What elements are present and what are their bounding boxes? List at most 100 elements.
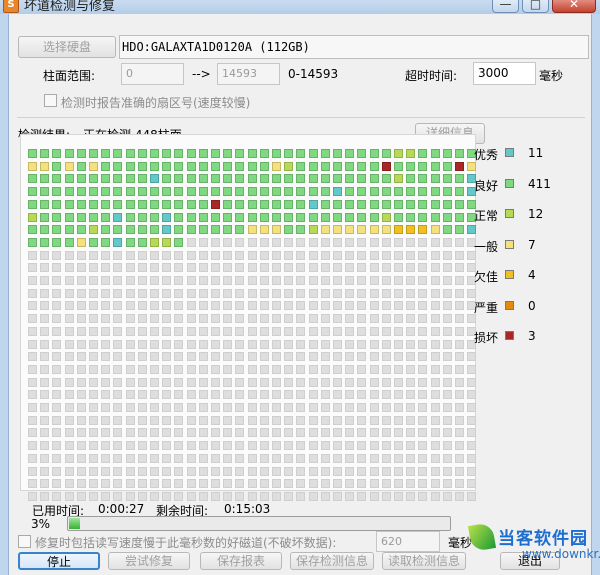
cylinder-cell	[186, 403, 196, 412]
legend-swatch	[505, 239, 514, 249]
cylinder-cell	[284, 225, 294, 235]
maximize-button[interactable]: □	[522, 0, 549, 13]
range-end-input[interactable]: 14593	[217, 63, 280, 85]
cylinder-cell	[235, 390, 245, 400]
repair-slow-label: 修复时包括读写速度慢于此毫秒数的好磁道(不破坏数据):	[35, 536, 337, 550]
cylinder-cell	[162, 187, 172, 197]
cylinder-cell	[113, 301, 123, 311]
cylinder-cell	[394, 415, 403, 425]
stop-button[interactable]: 停止	[18, 552, 100, 570]
save-info-button[interactable]: 保存检测信息	[290, 552, 374, 570]
app-icon: S	[3, 0, 19, 13]
cylinder-cell	[369, 174, 379, 184]
cylinder-cell	[101, 352, 111, 362]
repair-slow-checkbox[interactable]	[18, 535, 31, 548]
cylinder-cell	[113, 428, 123, 438]
cylinder-cell	[357, 403, 367, 412]
cylinder-cell	[101, 276, 111, 285]
legend-row: 优秀 11	[474, 146, 574, 166]
cylinder-cell	[467, 352, 477, 362]
cylinder-cell	[430, 161, 440, 171]
cylinder-cell	[418, 339, 428, 349]
cylinder-cell	[186, 250, 196, 260]
cylinder-cell	[113, 314, 123, 324]
cylinder-cell	[406, 314, 416, 324]
cylinder-cell	[369, 428, 379, 438]
cylinder-cell	[442, 314, 452, 324]
cylinder-cell	[89, 364, 98, 374]
cylinder-cell	[430, 237, 440, 247]
cylinder-cell	[162, 491, 172, 501]
cylinder-cell	[430, 453, 440, 463]
cylinder-cell	[174, 199, 184, 209]
cylinder-cell	[162, 314, 172, 324]
cylinder-cell	[101, 225, 111, 235]
cylinder-cell	[101, 237, 111, 247]
cylinder-cell	[76, 263, 86, 273]
cylinder-cell	[113, 276, 123, 285]
cylinder-cell	[101, 161, 111, 171]
cylinder-cell	[198, 199, 208, 209]
cylinder-cell	[381, 250, 391, 260]
timeout-unit: 毫秒	[539, 69, 564, 83]
cylinder-cell	[64, 199, 74, 209]
cylinder-cell	[455, 377, 464, 387]
timeout-input[interactable]: 3000	[473, 62, 536, 85]
minimize-button[interactable]: —	[492, 0, 519, 13]
cylinder-cell	[272, 491, 281, 501]
cylinder-cell	[381, 314, 391, 324]
cylinder-cell	[394, 390, 403, 400]
cylinder-cell	[406, 377, 416, 387]
cylinder-cell	[345, 301, 355, 311]
cylinder-cell	[76, 326, 86, 336]
cylinder-cell	[455, 441, 464, 451]
watermark-text: 当客软件园	[498, 529, 588, 549]
load-info-button[interactable]: 读取检测信息	[382, 552, 466, 570]
cylinder-cell	[442, 479, 452, 489]
cylinder-cell	[101, 491, 111, 501]
cylinder-cell	[259, 225, 269, 235]
cylinder-cell	[150, 403, 159, 412]
cylinder-cell	[406, 174, 416, 184]
save-report-button[interactable]: 保存报表	[200, 552, 282, 570]
report-sector-checkbox[interactable]	[44, 94, 57, 107]
cylinder-cell	[40, 314, 50, 324]
repair-slow-input[interactable]: 620	[376, 531, 440, 552]
cylinder-cell	[369, 276, 379, 285]
cylinder-cell	[174, 491, 184, 501]
legend-swatch	[505, 148, 514, 157]
cylinder-cell	[28, 212, 37, 222]
select-disk-button[interactable]: 选择硬盘	[18, 36, 116, 58]
cylinder-cell	[394, 250, 403, 260]
cylinder-cell	[284, 364, 294, 374]
cylinder-cell	[406, 428, 416, 438]
cylinder-cell	[28, 187, 37, 197]
cylinder-cell	[369, 403, 379, 412]
close-button[interactable]: ✕	[552, 0, 596, 13]
cylinder-cell	[247, 441, 257, 451]
cylinder-cell	[137, 288, 147, 298]
cylinder-cell	[259, 250, 269, 260]
cylinder-cell	[333, 276, 342, 285]
cylinder-cell	[76, 237, 86, 247]
cylinder-cell	[52, 263, 62, 273]
cylinder-cell	[430, 377, 440, 387]
cylinder-cell	[52, 441, 62, 451]
cylinder-cell	[211, 263, 220, 273]
cylinder-cell	[89, 415, 98, 425]
cylinder-cell	[162, 377, 172, 387]
cylinder-cell	[137, 415, 147, 425]
cylinder-cell	[455, 339, 464, 349]
range-start-input[interactable]: 0	[121, 63, 184, 85]
cylinder-cell	[186, 415, 196, 425]
cylinder-cell	[247, 364, 257, 374]
legend-count: 411	[528, 176, 551, 191]
cylinder-cell	[381, 225, 391, 235]
try-repair-button[interactable]: 尝试修复	[108, 552, 190, 570]
cylinder-cell	[64, 225, 74, 235]
cylinder-cell	[345, 403, 355, 412]
cylinder-cell	[406, 149, 416, 158]
cylinder-cell	[442, 339, 452, 349]
cylinder-cell	[174, 326, 184, 336]
cylinder-cell	[418, 479, 428, 489]
